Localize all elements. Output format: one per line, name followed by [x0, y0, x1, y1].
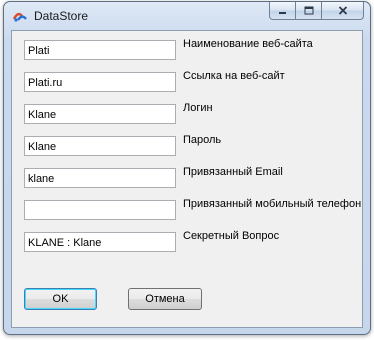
maximize-button[interactable]	[296, 2, 322, 20]
field-row-site-url: Plati.ru Ссылка на веб-сайт	[12, 70, 362, 94]
caption-buttons	[269, 2, 364, 20]
title-bar[interactable]: DataStore	[4, 2, 370, 30]
secret-question-label: Секретный Вопрос	[183, 230, 280, 242]
phone-label: Привязанный мобильный телефон	[183, 198, 362, 210]
field-row-site-name: Plati Наименование веб-сайта	[12, 38, 362, 62]
site-url-input[interactable]: Plati.ru	[24, 72, 176, 92]
secret-question-input[interactable]: KLANE : Klane	[24, 232, 176, 252]
window-title: DataStore	[34, 9, 89, 23]
field-row-email: klane Привязанный Email	[12, 166, 362, 190]
datastore-window: DataStore Plati Наименование веб-сайта P…	[3, 1, 371, 335]
form-panel: Plati Наименование веб-сайта Plati.ru Сс…	[11, 30, 363, 328]
field-row-login: Klane Логин	[12, 102, 362, 126]
phone-input[interactable]	[24, 200, 176, 220]
site-name-input[interactable]: Plati	[24, 40, 176, 60]
field-row-password: Klane Пароль	[12, 134, 362, 158]
login-input[interactable]: Klane	[24, 104, 176, 124]
minimize-button[interactable]	[269, 2, 296, 20]
close-button[interactable]	[322, 2, 364, 20]
password-input[interactable]: Klane	[24, 136, 176, 156]
datastore-app-icon	[12, 12, 27, 22]
password-label: Пароль	[183, 134, 222, 146]
email-label: Привязанный Email	[183, 166, 283, 178]
cancel-button[interactable]: Отмена	[128, 288, 202, 310]
site-url-label: Ссылка на веб-сайт	[183, 70, 285, 82]
close-icon	[338, 6, 347, 15]
minimize-icon	[278, 11, 286, 14]
maximize-icon	[304, 6, 313, 15]
ok-button[interactable]: OK	[24, 288, 97, 310]
field-row-phone: Привязанный мобильный телефон	[12, 198, 362, 222]
login-label: Логин	[183, 102, 213, 114]
email-input[interactable]: klane	[24, 168, 176, 188]
site-name-label: Наименование веб-сайта	[183, 38, 313, 50]
field-row-secret-question: KLANE : Klane Секретный Вопрос	[12, 230, 362, 254]
